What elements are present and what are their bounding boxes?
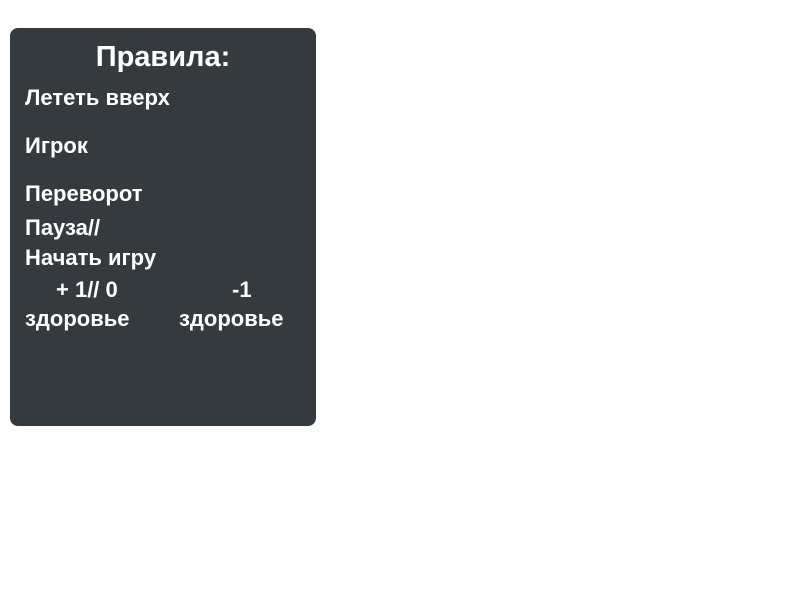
health-minus-value: -1 [232, 277, 252, 302]
rules-panel: Правила: Лететь вверх Игрок Переворот Па… [10, 28, 316, 426]
rule-flip: Переворот [25, 181, 143, 206]
rule-player: Игрок [25, 133, 88, 158]
rule-fly-up: Лететь вверх [25, 85, 170, 110]
rules-title: Правила: [95, 41, 231, 73]
health-plus-label: здоровье [25, 306, 130, 331]
rule-start-game: Начать игру [25, 245, 157, 270]
rule-pause: Пауза// [25, 215, 101, 240]
health-plus-value: + 1// 0 [56, 277, 118, 302]
health-minus-label: здоровье [179, 306, 284, 331]
